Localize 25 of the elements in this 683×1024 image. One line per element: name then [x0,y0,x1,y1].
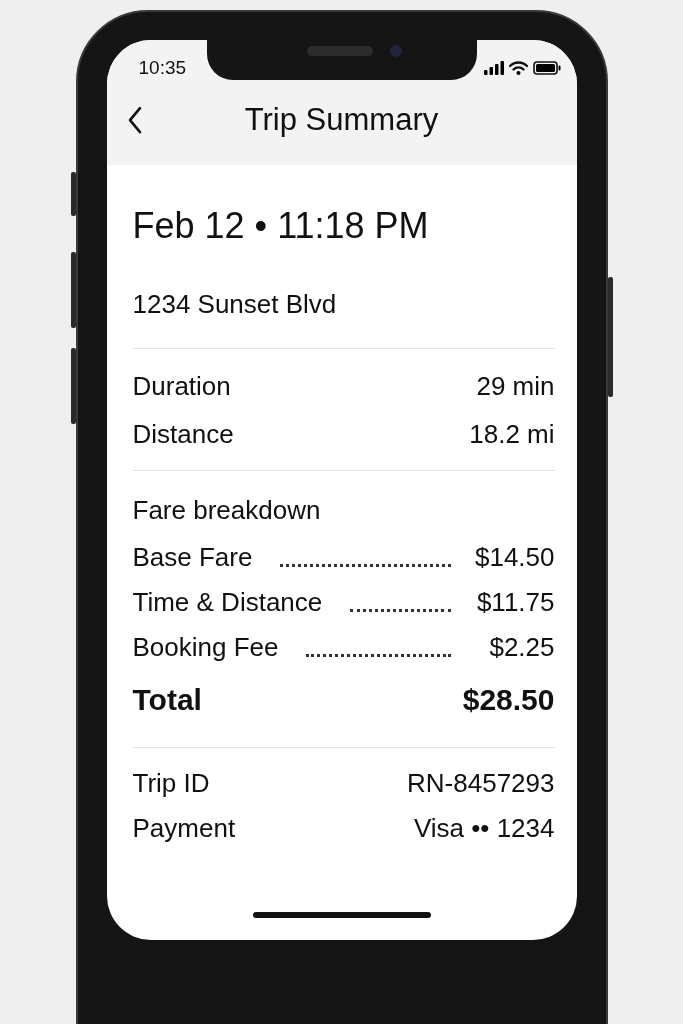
detail-label: Payment [132,813,236,844]
trip-datetime: Feb 12 • 11:18 PM [132,205,430,247]
battery-icon [532,61,561,75]
trip-address: 1234 Sunset Blvd [132,289,338,320]
wifi-icon [508,61,528,75]
back-icon[interactable] [126,106,143,135]
fare-label: Booking Fee [132,632,279,663]
stat-value: 18.2 mi [469,419,555,450]
detail-label: Trip ID [132,768,210,799]
section-heading: Fare breakdown [132,495,322,526]
fare-label: Base Fare [132,542,253,573]
total-amount: $28.50 [462,683,555,717]
fare-amount: $11.75 [475,587,555,618]
status-time: 10:35 [138,57,187,79]
stat-value: 29 min [476,371,555,402]
fare-amount: $14.50 [473,542,555,573]
detail-value: Visa •• 1234 [413,813,555,844]
total-label: Total [132,683,202,717]
signal-icon [483,61,504,75]
screen-title: Trip Summary [244,102,439,138]
stat-label: Distance [132,419,234,450]
detail-value: RN-8457293 [407,768,555,799]
fare-amount: $2.25 [488,632,555,663]
stat-label: Duration [132,371,231,402]
fare-label: Time & Distance [132,587,323,618]
